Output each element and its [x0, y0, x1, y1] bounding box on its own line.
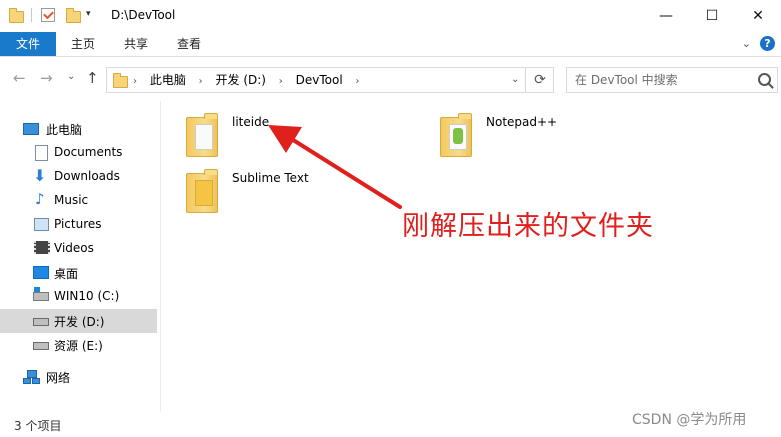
customize-toolbar-icon[interactable]: ▾: [86, 9, 91, 19]
folder-icon: [9, 8, 24, 23]
sidebar-item-this-pc[interactable]: 此电脑: [0, 117, 157, 141]
sidebar-item-downloads[interactable]: ⬇ Downloads: [0, 165, 157, 189]
drive-icon: [33, 342, 49, 350]
close-button[interactable]: ✕: [735, 0, 781, 32]
forward-arrow-icon[interactable]: →: [40, 69, 53, 87]
sidebar-item-drive-d[interactable]: 开发 (D:): [0, 309, 157, 333]
desktop-icon: [33, 266, 49, 279]
notepadpp-folder-icon: [440, 113, 472, 157]
network-icon: [23, 370, 40, 384]
sidebar-item-label: WIN10 (C:): [54, 289, 120, 303]
search-icon[interactable]: [758, 73, 771, 86]
properties-icon[interactable]: [41, 8, 55, 22]
sidebar-item-label: 网络: [46, 371, 71, 385]
breadcrumb-separator-icon[interactable]: ›: [279, 76, 283, 87]
new-folder-icon[interactable]: [66, 8, 81, 23]
annotation-arrow: [268, 125, 402, 209]
breadcrumb: › 此电脑 › 开发 (D:) › DevTool ›: [133, 68, 369, 92]
tab-file[interactable]: 文件: [0, 32, 56, 56]
sidebar-item-drive-e[interactable]: 资源 (E:): [0, 333, 157, 357]
sidebar-item-drive-c[interactable]: WIN10 (C:): [0, 285, 157, 309]
expand-ribbon-icon[interactable]: ⌄: [742, 37, 751, 50]
file-name: Notepad++: [486, 115, 558, 129]
breadcrumb-separator-icon[interactable]: ›: [199, 76, 203, 87]
divider: [31, 8, 32, 22]
help-icon[interactable]: ?: [760, 36, 775, 51]
music-note-icon: ♪: [35, 190, 45, 208]
tab-share[interactable]: 共享: [115, 32, 157, 56]
breadcrumb-item[interactable]: 开发 (D:): [216, 73, 266, 87]
folder-icon: [113, 73, 128, 88]
watermark: CSDN @学为所用: [632, 412, 747, 428]
breadcrumb-item[interactable]: 此电脑: [150, 73, 186, 87]
tab-home[interactable]: 主页: [62, 32, 104, 56]
status-item-count: 3 个项目: [14, 419, 62, 433]
sublime-folder-icon: [186, 169, 218, 213]
windows-drive-icon: [33, 287, 49, 301]
tab-view[interactable]: 查看: [168, 32, 210, 56]
divider: [160, 101, 161, 412]
sidebar-item-label: Music: [54, 193, 89, 207]
sidebar-item-label: Documents: [54, 145, 123, 159]
download-arrow-icon: ⬇: [33, 166, 47, 185]
back-arrow-icon[interactable]: ←: [13, 69, 26, 87]
sidebar-item-videos[interactable]: Videos: [0, 237, 157, 261]
recent-locations-icon[interactable]: ⌄: [67, 71, 75, 82]
sidebar-item-label: 资源 (E:): [54, 339, 103, 353]
search-input[interactable]: [575, 68, 735, 92]
minimize-button[interactable]: —: [643, 0, 689, 32]
refresh-button[interactable]: ⟳: [525, 68, 554, 92]
annotation-text: 刚解压出来的文件夹: [402, 211, 654, 242]
navigation-pane: 此电脑 Documents ⬇ Downloads ♪ Music Pictur…: [0, 113, 160, 413]
sidebar-item-network[interactable]: 网络: [0, 365, 157, 389]
breadcrumb-item[interactable]: DevTool: [296, 73, 343, 87]
file-item-notepadpp[interactable]: Notepad++: [440, 113, 670, 163]
sidebar-item-label: 此电脑: [46, 123, 83, 137]
sidebar-item-pictures[interactable]: Pictures: [0, 213, 157, 237]
sidebar-item-label: Videos: [54, 241, 94, 255]
pictures-icon: [34, 218, 49, 231]
breadcrumb-separator-icon[interactable]: ›: [356, 76, 360, 87]
search-box[interactable]: [566, 67, 778, 93]
up-arrow-icon[interactable]: ↑: [86, 69, 99, 87]
address-dropdown-icon[interactable]: ⌄: [511, 74, 519, 85]
folder-icon: [186, 113, 218, 157]
drive-icon: [33, 318, 49, 326]
sidebar-item-documents[interactable]: Documents: [0, 141, 157, 165]
sidebar-item-music[interactable]: ♪ Music: [0, 189, 157, 213]
window-title: D:\DevTool: [111, 8, 176, 22]
sidebar-item-label: Pictures: [54, 217, 102, 231]
sidebar-item-desktop[interactable]: 桌面: [0, 261, 157, 285]
breadcrumb-separator-icon: ›: [133, 76, 137, 87]
address-bar[interactable]: › 此电脑 › 开发 (D:) › DevTool › ⌄ ⟳: [106, 67, 554, 93]
navigation-bar: ← → ⌄ ↑ › 此电脑 › 开发 (D:) › DevTool › ⌄ ⟳: [0, 57, 781, 101]
sidebar-item-label: 桌面: [54, 267, 79, 281]
film-icon: [34, 241, 50, 254]
documents-icon: [35, 145, 48, 161]
sidebar-item-label: Downloads: [54, 169, 120, 183]
maximize-button[interactable]: ☐: [689, 0, 735, 32]
title-bar: ▾ D:\DevTool — ☐ ✕: [0, 0, 781, 32]
computer-icon: [23, 123, 39, 135]
sidebar-item-label: 开发 (D:): [54, 315, 105, 329]
ribbon-tabs: 文件 主页 共享 查看 ⌄ ?: [0, 32, 781, 57]
